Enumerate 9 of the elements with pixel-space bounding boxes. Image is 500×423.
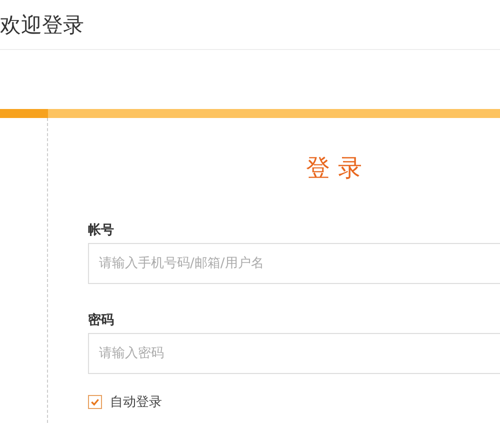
field-label: 帐号: [88, 222, 115, 239]
checkbox[interactable]: [88, 395, 102, 409]
input-field[interactable]: 请输入密码: [88, 333, 500, 374]
input-field[interactable]: 请输入手机号码/邮箱/用户名: [88, 243, 500, 284]
check-icon: [90, 397, 100, 407]
checkbox-label: 自动登录: [110, 394, 162, 411]
page-title: 欢迎登录: [0, 12, 84, 38]
form-title: 登录: [305, 153, 371, 184]
field-label: 密码: [88, 312, 115, 329]
